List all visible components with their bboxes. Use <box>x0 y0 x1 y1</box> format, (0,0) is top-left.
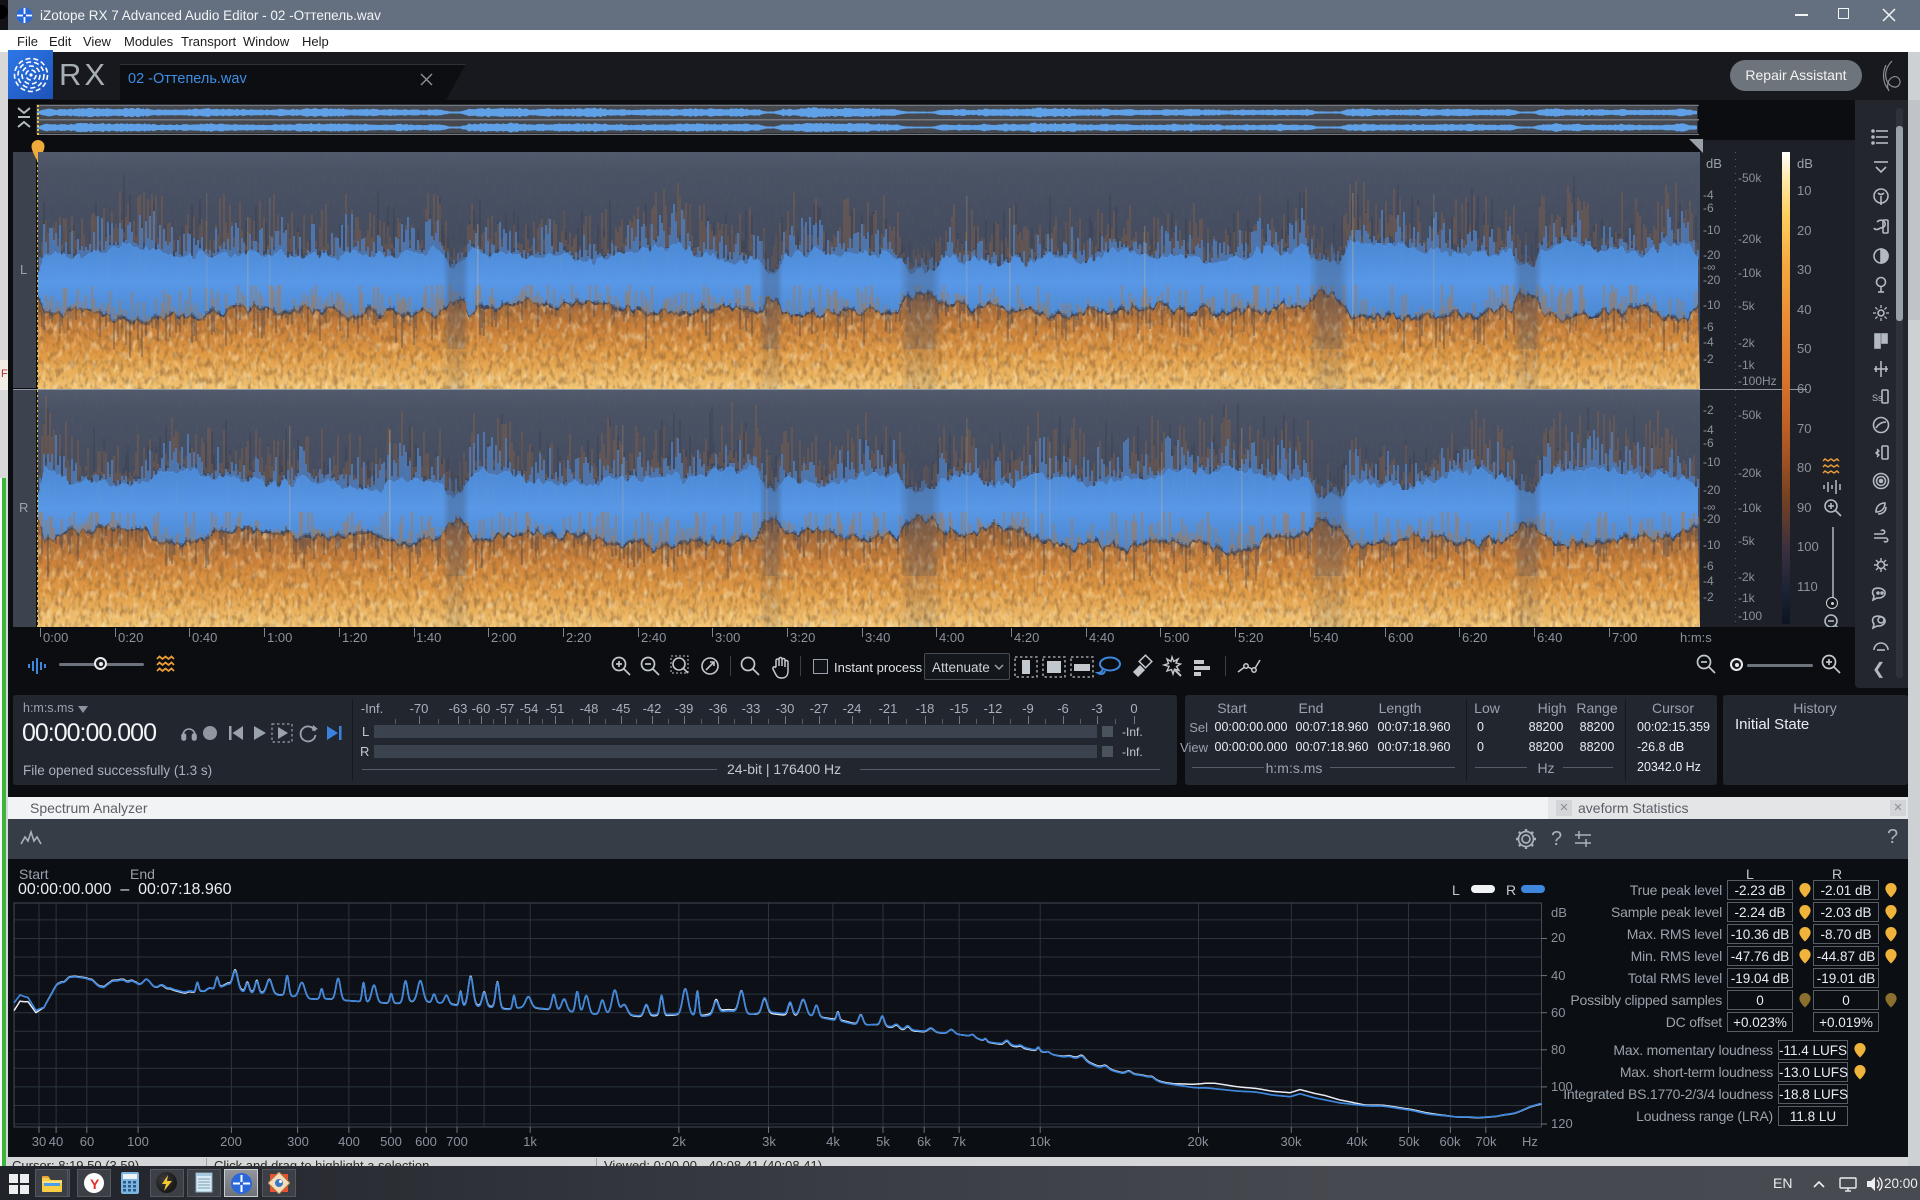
svg-text:dB: dB <box>1551 905 1567 920</box>
svg-text:50k: 50k <box>1399 1134 1420 1149</box>
svg-text:80: 80 <box>1551 1042 1565 1057</box>
svg-text:700: 700 <box>446 1134 468 1149</box>
svg-text:1k: 1k <box>523 1134 537 1149</box>
svg-text:20k: 20k <box>1188 1134 1209 1149</box>
svg-text:60: 60 <box>1551 1005 1565 1020</box>
svg-text:10k: 10k <box>1030 1134 1051 1149</box>
svg-text:4k: 4k <box>826 1134 840 1149</box>
svg-text:30: 30 <box>32 1134 46 1149</box>
svg-text:20: 20 <box>1551 930 1565 945</box>
svg-text:60: 60 <box>80 1134 94 1149</box>
svg-text:3k: 3k <box>762 1134 776 1149</box>
svg-text:300: 300 <box>287 1134 309 1149</box>
svg-text:30k: 30k <box>1281 1134 1302 1149</box>
svg-text:Hz: Hz <box>1522 1134 1538 1149</box>
svg-text:70k: 70k <box>1476 1134 1497 1149</box>
svg-text:600: 600 <box>415 1134 437 1149</box>
svg-text:40: 40 <box>1551 968 1565 983</box>
svg-text:5k: 5k <box>876 1134 890 1149</box>
svg-text:40k: 40k <box>1347 1134 1368 1149</box>
svg-text:2k: 2k <box>672 1134 686 1149</box>
svg-text:6k: 6k <box>917 1134 931 1149</box>
svg-text:60k: 60k <box>1440 1134 1461 1149</box>
svg-text:400: 400 <box>338 1134 360 1149</box>
svg-text:40: 40 <box>49 1134 63 1149</box>
svg-text:200: 200 <box>220 1134 242 1149</box>
svg-text:500: 500 <box>380 1134 402 1149</box>
svg-text:100: 100 <box>127 1134 149 1149</box>
svg-text:120: 120 <box>1551 1116 1573 1131</box>
svg-text:7k: 7k <box>952 1134 966 1149</box>
